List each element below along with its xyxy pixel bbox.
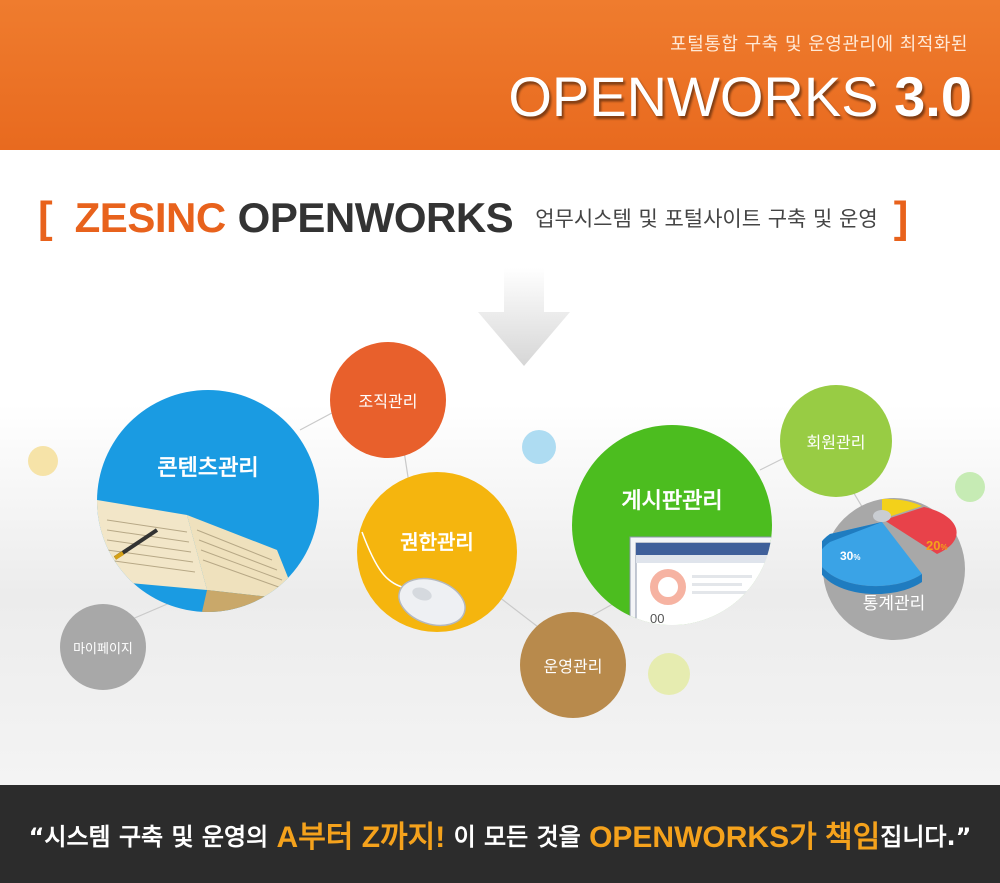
- pie-chart-icon: 30% 20%: [822, 498, 957, 594]
- operation-management-label: 운영관리: [543, 657, 603, 676]
- decorative-dot: [648, 653, 690, 695]
- footer-tagline: “시스템 구축 및 운영의 A부터 Z까지! 이 모든 것을 OPENWORKS…: [0, 785, 1000, 883]
- contents-management-label: 콘텐츠관리: [157, 456, 259, 481]
- footer-highlight-openworks: OPENWORKS가 책임: [589, 821, 881, 854]
- stat-unit-label: %: [853, 553, 860, 562]
- contents-management-circle[interactable]: 콘텐츠관리: [97, 390, 319, 612]
- footer-text-middle: 이 모든 것을: [445, 822, 590, 851]
- permission-management-circle[interactable]: 권한관리: [357, 472, 517, 632]
- browser-window-icon: 00: [629, 536, 772, 625]
- board-management-label: 게시판관리: [621, 489, 723, 514]
- operation-management-circle[interactable]: 운영관리: [520, 612, 626, 718]
- statistics-management-label: 통계관리: [862, 594, 926, 614]
- decorative-dot: [522, 430, 556, 464]
- footer-text-end: 집니다.”: [880, 822, 972, 851]
- mypage-label: 마이페이지: [73, 641, 133, 657]
- organization-management-label: 조직관리: [358, 392, 418, 411]
- mypage-circle[interactable]: 마이페이지: [60, 604, 146, 690]
- board-management-circle[interactable]: 게시판관리 00: [572, 425, 772, 625]
- svg-text:00: 00: [650, 611, 664, 625]
- permission-management-label: 권한관리: [400, 530, 474, 554]
- stat-20-label: 20: [926, 538, 940, 553]
- footer-highlight-a-to-z: A부터 Z까지!: [276, 821, 446, 854]
- open-book-icon: [97, 500, 302, 612]
- stat-30-label: 30: [840, 549, 854, 563]
- stat-unit-label-2: %: [940, 543, 947, 552]
- member-management-circle[interactable]: 회원관리: [780, 385, 892, 497]
- decorative-dot: [28, 446, 58, 476]
- member-management-label: 회원관리: [806, 433, 866, 452]
- footer-text-start: “시스템 구축 및 운영의: [28, 822, 277, 851]
- organization-management-circle[interactable]: 조직관리: [330, 342, 446, 458]
